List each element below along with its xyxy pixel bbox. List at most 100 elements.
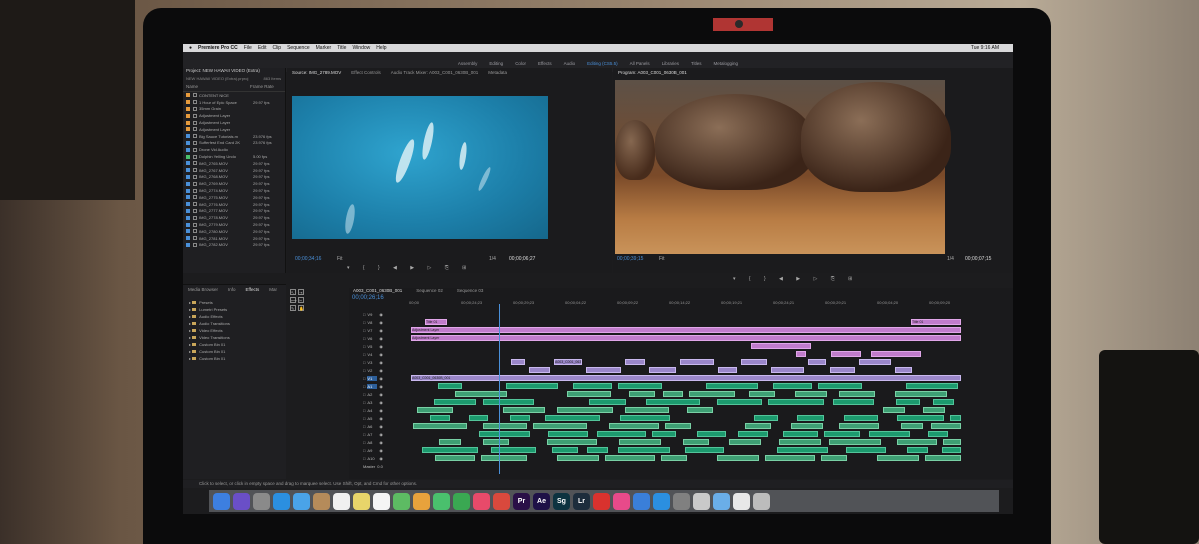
lock-icon[interactable]: □ bbox=[363, 392, 365, 397]
toggle-output-icon[interactable]: ◉ bbox=[379, 328, 383, 333]
lock-icon[interactable]: □ bbox=[363, 336, 365, 341]
audio-clip[interactable] bbox=[717, 455, 759, 461]
audio-clip[interactable] bbox=[618, 383, 662, 389]
audio-clip[interactable] bbox=[754, 415, 778, 421]
timeline-timecode[interactable]: 00;00;26;16 bbox=[352, 295, 384, 301]
project-item[interactable]: Adjustment Layer bbox=[183, 119, 285, 126]
track-header[interactable]: □ A3 ◉ bbox=[349, 398, 411, 406]
itunes-icon[interactable] bbox=[613, 492, 630, 510]
audio-clip[interactable] bbox=[928, 431, 948, 437]
program-scale-select[interactable]: 1/4 bbox=[947, 256, 954, 262]
audio-clip[interactable] bbox=[545, 415, 600, 421]
track-header[interactable]: □ V3 ◉ bbox=[349, 358, 411, 366]
audio-clip[interactable] bbox=[434, 399, 476, 405]
audio-clip[interactable] bbox=[587, 447, 608, 453]
lock-icon[interactable]: □ bbox=[363, 360, 365, 365]
pen-tool-icon[interactable]: ✎ bbox=[290, 305, 296, 311]
audio-clip[interactable] bbox=[589, 399, 626, 405]
video-clip[interactable]: Title 01 bbox=[911, 319, 961, 325]
hand-tool-icon[interactable]: ✋ bbox=[298, 305, 304, 311]
audio-clip[interactable] bbox=[557, 407, 613, 413]
video-clip[interactable] bbox=[859, 359, 891, 365]
column-framerate-header[interactable]: Frame Rate bbox=[250, 84, 274, 91]
menu-help[interactable]: Help bbox=[376, 45, 386, 51]
audio-clip[interactable] bbox=[897, 415, 944, 421]
effects-folder[interactable]: ▸ Audio Transitions bbox=[183, 320, 286, 327]
master-track-header[interactable]: Master 0.0 bbox=[349, 462, 411, 470]
audio-clip[interactable] bbox=[933, 399, 954, 405]
project-item[interactable]: Big Sauce Tutorials.m 23.976 fps bbox=[183, 133, 285, 140]
toggle-output-icon[interactable]: ◉ bbox=[379, 312, 383, 317]
audio-clip[interactable] bbox=[931, 423, 961, 429]
tab-audio-mixer[interactable]: Audio Track Mixer: A003_C001_0630B_001 bbox=[391, 70, 479, 75]
audio-clip[interactable] bbox=[609, 423, 659, 429]
audio-clip[interactable] bbox=[896, 399, 920, 405]
app-name-menu[interactable]: Premiere Pro CC bbox=[198, 45, 238, 51]
effects-folder[interactable]: ▸ Presets bbox=[183, 299, 286, 306]
audio-clip[interactable] bbox=[438, 383, 462, 389]
toggle-output-icon[interactable]: ◉ bbox=[379, 344, 383, 349]
facetime-icon[interactable] bbox=[453, 492, 470, 510]
audio-clip[interactable] bbox=[777, 447, 828, 453]
preview-icon[interactable] bbox=[693, 492, 710, 510]
disclosure-triangle-icon[interactable]: ▸ bbox=[189, 342, 191, 347]
apple-menu-icon[interactable]: ● bbox=[189, 45, 192, 51]
lock-icon[interactable]: □ bbox=[363, 368, 365, 373]
selection-tool-icon[interactable]: ↖ bbox=[290, 289, 296, 295]
project-item[interactable]: IMG_2767.MOV 29.97 fps bbox=[183, 167, 285, 174]
audio-clip[interactable] bbox=[547, 439, 597, 445]
toggle-output-icon[interactable]: ◉ bbox=[379, 408, 383, 413]
audio-clip[interactable] bbox=[597, 431, 646, 437]
audio-clip[interactable] bbox=[749, 391, 775, 397]
audio-clip[interactable] bbox=[869, 431, 910, 437]
disclosure-triangle-icon[interactable]: ▸ bbox=[189, 335, 191, 340]
lock-icon[interactable]: □ bbox=[363, 408, 365, 413]
project-item[interactable]: IMG_2780.MOV 29.97 fps bbox=[183, 228, 285, 235]
audio-clip[interactable] bbox=[738, 431, 768, 437]
video-clip[interactable]: Title 01 bbox=[425, 319, 447, 325]
audio-clip[interactable] bbox=[479, 431, 530, 437]
audio-clip[interactable] bbox=[567, 391, 611, 397]
track-header[interactable]: □ V6 ◉ bbox=[349, 334, 411, 342]
tab-sequence-1[interactable]: A003_C001_0630B_001 bbox=[353, 288, 402, 295]
tab-effect-controls[interactable]: Effect Controls bbox=[351, 70, 380, 75]
trash-icon[interactable] bbox=[753, 492, 770, 510]
lightroom-icon[interactable]: Lr bbox=[573, 492, 590, 510]
notes-icon[interactable] bbox=[353, 492, 370, 510]
disclosure-triangle-icon[interactable]: ▸ bbox=[189, 300, 191, 305]
tab-markers[interactable]: Mar bbox=[269, 287, 277, 292]
project-item[interactable]: IMG_2779.MOV 29.97 fps bbox=[183, 221, 285, 228]
audio-clip[interactable] bbox=[846, 447, 886, 453]
audio-clip[interactable] bbox=[883, 407, 905, 413]
messages-icon[interactable] bbox=[433, 492, 450, 510]
audio-clip[interactable] bbox=[697, 431, 726, 437]
effects-folder[interactable]: ▸ Custom Bin 01 bbox=[183, 355, 286, 362]
audio-clip[interactable] bbox=[439, 439, 461, 445]
audio-clip[interactable] bbox=[942, 447, 961, 453]
audio-clip[interactable] bbox=[469, 415, 488, 421]
audio-clip[interactable] bbox=[665, 423, 691, 429]
audio-clip[interactable] bbox=[923, 407, 945, 413]
lock-icon[interactable]: □ bbox=[363, 312, 365, 317]
audio-clip[interactable] bbox=[791, 423, 823, 429]
project-item[interactable]: IMG_2781.MOV 29.97 fps bbox=[183, 235, 285, 242]
project-item[interactable]: IMG_2775.MOV 29.97 fps bbox=[183, 194, 285, 201]
menu-clock[interactable]: Tue 9:16 AM bbox=[971, 45, 999, 51]
video-clip[interactable]: A003_C001_0630B_001 bbox=[411, 375, 961, 381]
audio-clip[interactable] bbox=[481, 455, 527, 461]
lock-icon[interactable]: □ bbox=[363, 376, 365, 381]
tab-media-browser[interactable]: Media Browser bbox=[188, 287, 218, 292]
playhead[interactable] bbox=[499, 304, 500, 474]
track-header[interactable]: □ A4 ◉ bbox=[349, 406, 411, 414]
video-clip[interactable] bbox=[831, 351, 861, 357]
track-header[interactable]: □ A2 ◉ bbox=[349, 390, 411, 398]
audio-clip[interactable] bbox=[625, 407, 669, 413]
chrome-icon[interactable] bbox=[493, 492, 510, 510]
audio-clip[interactable] bbox=[629, 391, 655, 397]
toggle-output-icon[interactable]: ◉ bbox=[379, 456, 383, 461]
effects-folder[interactable]: ▸ Custom Bin 01 bbox=[183, 341, 286, 348]
audio-clip[interactable] bbox=[687, 407, 713, 413]
audio-clip[interactable] bbox=[839, 423, 879, 429]
toggle-output-icon[interactable]: ◉ bbox=[379, 440, 383, 445]
audio-clip[interactable] bbox=[821, 455, 847, 461]
